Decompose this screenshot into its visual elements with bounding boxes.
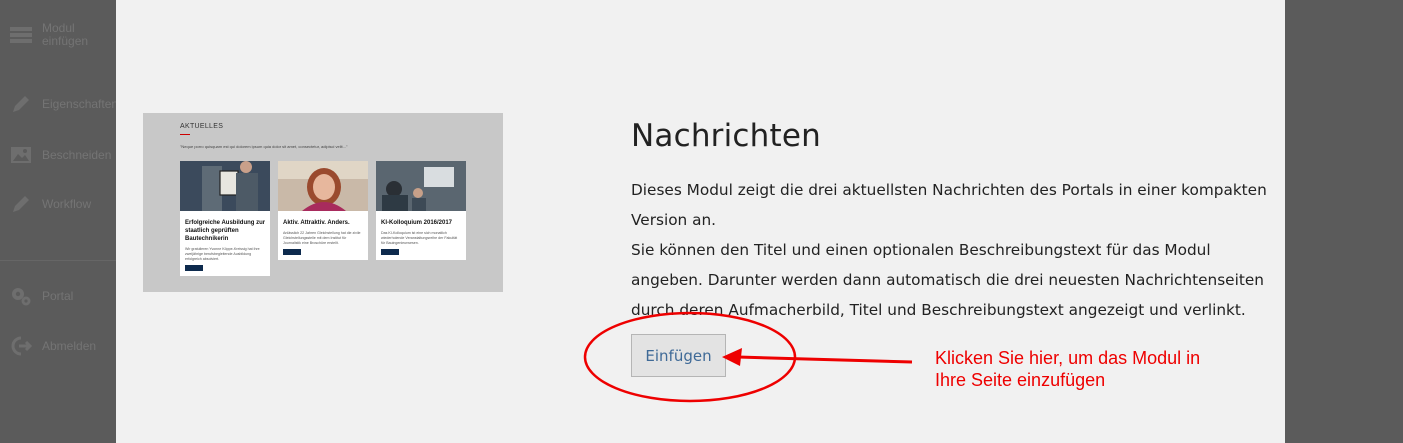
preview-card-button: [185, 265, 203, 271]
pencil-icon: [10, 193, 32, 215]
sidebar-item-label: Modul einfügen: [42, 21, 89, 48]
preview-card-button: [283, 249, 301, 255]
sidebar: Modul einfügen Eigenschaften Beschneiden…: [0, 0, 118, 443]
news-photo: [376, 161, 466, 211]
description-line: angeben. Darunter werden dann automatisc…: [631, 271, 1264, 289]
module-description: Dieses Modul zeigt die drei aktuellsten …: [631, 175, 1281, 325]
preview-title-underline: [180, 134, 190, 135]
insert-button[interactable]: Einfügen: [631, 334, 726, 377]
news-photo: [278, 161, 368, 211]
pencil-icon: [10, 93, 32, 115]
sidebar-item-properties[interactable]: Eigenschaften: [10, 93, 118, 115]
news-photo: [180, 161, 270, 211]
preview-card-button: [381, 249, 399, 255]
module-icon: [10, 24, 32, 46]
annotation-text: Klicken Sie hier, um das Modul in Ihre S…: [935, 347, 1200, 391]
description-line: Version an.: [631, 211, 717, 229]
sidebar-item-insert-module[interactable]: Modul einfügen: [10, 22, 88, 48]
sidebar-item-label: Workflow: [42, 196, 92, 211]
preview-news-card: Erfolgreiche Ausbildung zur staatlich ge…: [180, 161, 270, 276]
preview-card-title: KI-Kolloquium 2016/2017: [381, 220, 453, 226]
sidebar-item-label: Abmelden: [42, 338, 97, 353]
sidebar-item-label: Beschneiden: [42, 147, 112, 162]
preview-intro: "Neque porro quisquam est qui dolorem ip…: [180, 144, 348, 149]
sidebar-item-workflow[interactable]: Workflow: [10, 193, 91, 215]
sidebar-item-label: Eigenschaften: [42, 96, 119, 111]
sidebar-item-portal[interactable]: Portal: [10, 285, 73, 307]
preview-news-card: KI-Kolloquium 2016/2017 Das KI-Kolloquiu…: [376, 161, 466, 260]
preview-card-title: Erfolgreiche Ausbildung zur staatlich ge…: [185, 220, 266, 242]
preview-card-text: Das KI-Kolloquium ist eine sich monatlic…: [381, 231, 458, 245]
logout-icon: [10, 335, 32, 357]
preview-card-text: Anlässlich 22 Jahren Gleichstellung hat …: [283, 231, 361, 245]
description-line: durch deren Aufmacherbild, Titel und Bes…: [631, 301, 1246, 319]
module-preview-image: AKTUELLES "Neque porro quisquam est qui …: [143, 113, 503, 292]
preview-card-text: Wir gratulieren Yvonne Köppe-Kreissig ha…: [185, 247, 260, 261]
gears-icon: [10, 285, 32, 307]
preview-section-title: AKTUELLES: [180, 123, 224, 130]
annotation-line: Klicken Sie hier, um das Modul in: [935, 348, 1201, 368]
preview-news-card: Aktiv. Attraktiv. Anders. Anlässlich 22 …: [278, 161, 368, 260]
sidebar-item-logout[interactable]: Abmelden: [10, 335, 96, 357]
sidebar-item-label: Portal: [42, 288, 74, 303]
preview-card-title: Aktiv. Attraktiv. Anders.: [283, 220, 350, 226]
overlay-backdrop: [1285, 0, 1403, 443]
description-line: Sie können den Titel und einen optionale…: [631, 241, 1211, 259]
annotation-line: Ihre Seite einzufügen: [935, 370, 1106, 390]
sidebar-item-crop[interactable]: Beschneiden: [10, 144, 111, 166]
description-line: Dieses Modul zeigt die drei aktuellsten …: [631, 181, 1267, 199]
sidebar-divider: [0, 260, 116, 261]
module-title: Nachrichten: [631, 118, 822, 154]
image-icon: [10, 144, 32, 166]
